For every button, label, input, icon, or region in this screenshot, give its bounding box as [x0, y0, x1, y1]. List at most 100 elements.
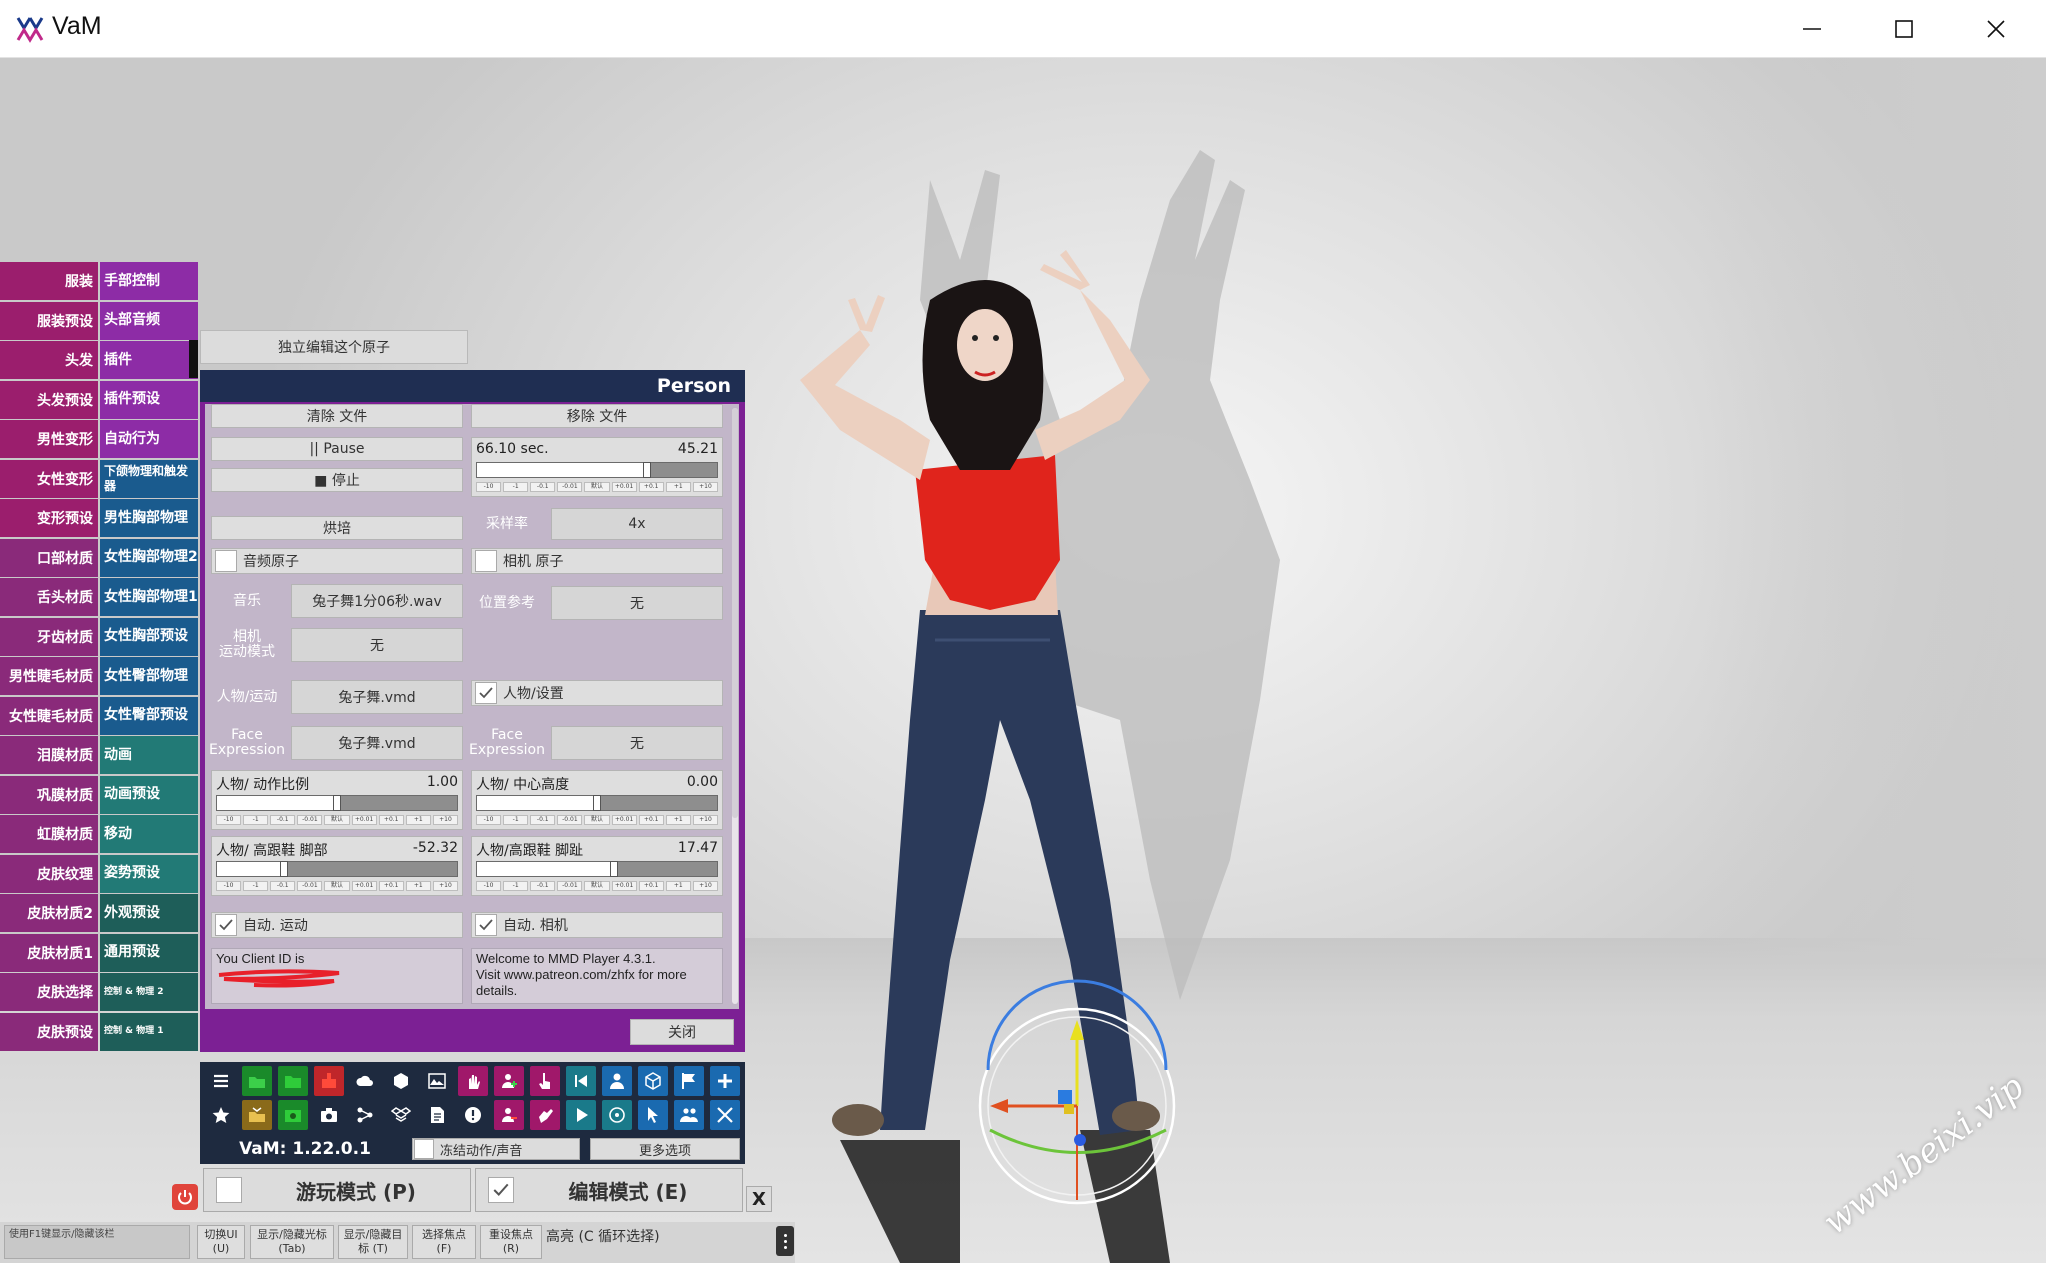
step-button[interactable]: +0.01 — [611, 881, 637, 891]
step-button[interactable]: -10 — [216, 815, 242, 825]
menu-item-left[interactable]: 虹膜材质 — [0, 815, 98, 853]
menu-item-left[interactable]: 皮肤纹理 — [0, 854, 98, 893]
more-options-button[interactable]: 更多选项 — [590, 1138, 740, 1160]
step-button[interactable]: -0.1 — [530, 815, 556, 825]
auto-motion-toggle[interactable]: 自动. 运动 — [211, 912, 463, 938]
tools-button[interactable] — [710, 1100, 740, 1130]
menu-item-right[interactable]: 移动 — [100, 815, 198, 853]
clear-file-button[interactable]: 清除 文件 — [211, 404, 463, 428]
menu-item-right[interactable]: 女性胸部物理1 — [100, 578, 198, 616]
add-atom-button[interactable] — [710, 1066, 740, 1096]
document-button[interactable] — [422, 1100, 452, 1130]
more-menu-button[interactable] — [776, 1226, 794, 1256]
face-expression-select-right[interactable]: 无 — [551, 726, 723, 760]
step-button[interactable]: +10 — [692, 482, 718, 492]
close-window-button[interactable] — [1950, 0, 2042, 58]
step-button[interactable]: -10 — [216, 881, 242, 891]
center-height-step-buttons[interactable]: -10 -1 -0.1 -0.01 默认 +0.01 +0.1 +1 +10 — [476, 815, 718, 825]
bake-button[interactable]: 烘培 — [211, 516, 463, 540]
select-cursor-button[interactable] — [638, 1100, 668, 1130]
audio-atom-checkbox[interactable] — [215, 550, 237, 572]
slider-knob[interactable] — [280, 861, 289, 877]
pointer-hand-button[interactable] — [530, 1066, 560, 1096]
menu-item-right[interactable]: 控制 & 物理 2 — [100, 973, 198, 1011]
menu-item-left[interactable]: 皮肤材质1 — [0, 933, 98, 972]
menu-item-right[interactable]: 下颌物理和触发器 — [100, 459, 198, 498]
heel-foot-slider[interactable]: 人物/ 高跟鞋 脚部 -52.32 -10 -1 -0.1 -0.01 默认 +0.01 +… — [211, 836, 463, 896]
camera-motion-mode-select[interactable]: 无 — [291, 628, 463, 662]
step-button[interactable]: +0.1 — [378, 881, 404, 891]
flag-button[interactable] — [674, 1066, 704, 1096]
menu-item-right[interactable]: 插件预设 — [100, 380, 198, 419]
step-button[interactable]: +10 — [432, 881, 458, 891]
step-button[interactable]: +1 — [405, 881, 431, 891]
slider-knob[interactable] — [643, 462, 652, 478]
menu-item-left[interactable]: 皮肤预设 — [0, 1012, 98, 1051]
menu-item-left[interactable]: 头发预设 — [0, 380, 98, 419]
play-mode-button[interactable]: 游玩模式 (P) — [203, 1168, 471, 1212]
remove-person-button[interactable] — [494, 1100, 524, 1130]
menu-item-left[interactable]: 巩膜材质 — [0, 775, 98, 814]
people-button[interactable] — [674, 1100, 704, 1130]
panel-scrollbar[interactable] — [732, 408, 738, 1004]
panel-scrollbar-thumb[interactable] — [732, 408, 738, 818]
time-slider-track[interactable] — [476, 462, 718, 478]
time-slider[interactable]: 66.10 sec. 45.21 -10 -1 -0.1 -0.01 默认 +0.01 +0… — [471, 437, 723, 497]
toggle-targets-button[interactable]: 显示/隐藏目标 (T) — [338, 1225, 408, 1259]
time-step-buttons[interactable]: -10 -1 -0.1 -0.01 默认 +0.01 +0.1 +1 +10 — [476, 482, 718, 492]
step-button[interactable]: -10 — [476, 482, 502, 492]
step-button[interactable]: +0.1 — [638, 881, 664, 891]
step-button[interactable]: -0.1 — [270, 815, 296, 825]
step-button[interactable]: 默认 — [584, 881, 610, 891]
heel-toe-slider[interactable]: 人物/高跟鞋 脚趾 17.47 -10 -1 -0.1 -0.01 默认 +0.01 +0.… — [471, 836, 723, 896]
welcome-textbox[interactable]: Welcome to MMD Player 4.3.1. Visit www.p… — [471, 948, 723, 1004]
step-button[interactable]: -0.1 — [270, 881, 296, 891]
step-button[interactable]: -10 — [476, 815, 502, 825]
step-button[interactable]: -0.01 — [557, 881, 583, 891]
menu-item-left[interactable]: 女性睫毛材质 — [0, 696, 98, 735]
menu-item-right[interactable]: 女性臀部物理 — [100, 657, 198, 695]
step-button[interactable]: +1 — [665, 482, 691, 492]
menu-item-left[interactable]: 服装预设 — [0, 301, 98, 340]
heel-foot-track[interactable] — [216, 861, 458, 877]
motion-scale-slider[interactable]: 人物/ 动作比例 1.00 -10 -1 -0.1 -0.01 默认 +0.01 +0.1 +… — [211, 770, 463, 830]
menu-item-left[interactable]: 皮肤选择 — [0, 973, 98, 1011]
hand-button[interactable] — [458, 1066, 488, 1096]
menu-item-left[interactable]: 舌头材质 — [0, 578, 98, 616]
audio-atom-toggle[interactable]: 音频原子 — [211, 548, 463, 574]
motion-scale-track[interactable] — [216, 795, 458, 811]
menu-item-left[interactable]: 变形预设 — [0, 499, 98, 537]
close-ui-button[interactable]: X — [746, 1186, 772, 1212]
step-button[interactable]: -0.01 — [297, 815, 323, 825]
grab-hand-button[interactable] — [530, 1100, 560, 1130]
select-focus-button[interactable]: 选择焦点 (F) — [412, 1225, 476, 1259]
edit-mode-checkbox[interactable] — [488, 1177, 514, 1203]
step-button[interactable]: +10 — [692, 881, 718, 891]
motion-scale-step-buttons[interactable]: -10 -1 -0.1 -0.01 默认 +0.01 +0.1 +1 +10 — [216, 815, 458, 825]
person-button[interactable] — [602, 1066, 632, 1096]
music-select[interactable]: 兔子舞1分06秒.wav — [291, 584, 463, 618]
menu-item-left[interactable]: 泪膜材质 — [0, 736, 98, 774]
step-button[interactable]: 默认 — [324, 881, 350, 891]
menu-item-left[interactable]: 女性变形 — [0, 459, 98, 498]
load-look-button[interactable] — [278, 1100, 308, 1130]
add-person-button[interactable] — [494, 1066, 524, 1096]
menu-item-right[interactable]: 动画 — [100, 736, 198, 774]
heel-toe-track[interactable] — [476, 861, 718, 877]
menu-item-right[interactable]: 女性臀部预设 — [100, 696, 198, 735]
step-button[interactable]: -1 — [503, 881, 529, 891]
person-settings-toggle[interactable]: 人物/设置 — [471, 680, 723, 706]
menu-item-left[interactable]: 服装 — [0, 262, 98, 300]
step-button[interactable]: +0.1 — [638, 482, 664, 492]
menu-item-left[interactable]: 男性睫毛材质 — [0, 657, 98, 695]
menu-item-left[interactable]: 男性变形 — [0, 420, 98, 458]
heel-foot-step-buttons[interactable]: -10 -1 -0.1 -0.01 默认 +0.01 +0.1 +1 +10 — [216, 881, 458, 891]
link-button[interactable] — [350, 1100, 380, 1130]
center-height-track[interactable] — [476, 795, 718, 811]
step-button[interactable]: -0.1 — [530, 482, 556, 492]
menu-item-left[interactable]: 牙齿材质 — [0, 617, 98, 656]
edit-mode-button[interactable]: 编辑模式 (E) — [475, 1168, 743, 1212]
target-button[interactable] — [602, 1100, 632, 1130]
heel-toe-step-buttons[interactable]: -10 -1 -0.1 -0.01 默认 +0.01 +0.1 +1 +10 — [476, 881, 718, 891]
save-scene-button[interactable] — [314, 1066, 344, 1096]
